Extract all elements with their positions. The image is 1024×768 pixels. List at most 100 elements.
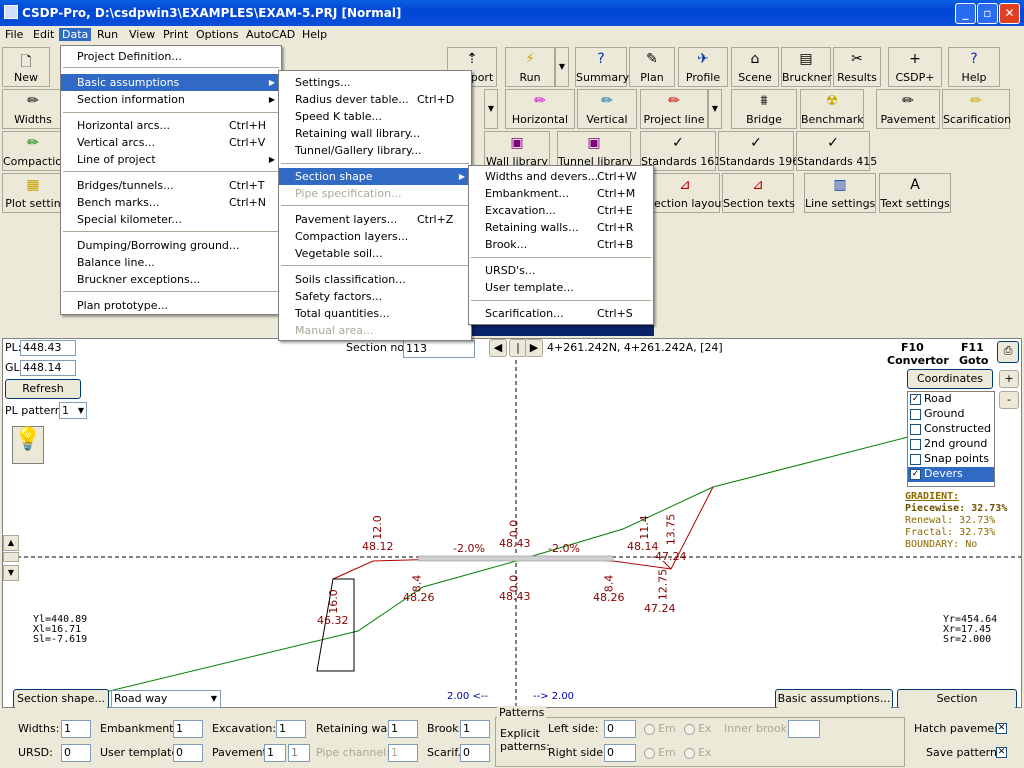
menu-item-pavement-layers[interactable]: Pavement layers... Ctrl+Z: [279, 211, 471, 228]
menu-item-vegetable-soil[interactable]: Vegetable soil...: [279, 245, 471, 262]
pavement-field-2[interactable]: 1: [288, 744, 310, 762]
compaction-button[interactable]: ✏ Compaction: [2, 131, 69, 171]
zoom-in-button[interactable]: +: [999, 370, 1019, 388]
menu-options[interactable]: Options: [193, 28, 241, 41]
menu-item-basic-assumptions[interactable]: Basic assumptions ▶: [61, 74, 281, 91]
menu-item-retaining-wall-library[interactable]: Retaining wall library...: [279, 125, 471, 142]
brook-field[interactable]: 1: [460, 720, 490, 738]
benchmark-button[interactable]: ☢ Benchmark: [800, 89, 864, 129]
menu-item-line-of-project[interactable]: Line of project ▶: [61, 151, 281, 168]
menu-item-special-kilometer[interactable]: Special kilometer...: [61, 211, 281, 228]
scroll-thumb[interactable]: [3, 552, 19, 562]
pavement-field-1[interactable]: 1: [264, 744, 286, 762]
scroll-down-button[interactable]: ▼: [3, 565, 19, 581]
right-side-field[interactable]: 0: [604, 744, 636, 762]
coordinates-off-button[interactable]: Coordinates Off: [907, 369, 993, 403]
widths-button[interactable]: ✏ Widths: [2, 89, 64, 129]
menu-item-horizontal-arcs[interactable]: Horizontal arcs... Ctrl+H: [61, 117, 281, 134]
horizontal-button[interactable]: ✏ Horizontal: [505, 89, 575, 129]
new-button[interactable]: 🗋 New: [2, 47, 50, 87]
menu-data[interactable]: Data: [59, 28, 92, 41]
pl-pattern-select[interactable]: 1 ▼: [59, 402, 87, 419]
inner-brook-field[interactable]: [788, 720, 820, 738]
save-patterns-checkbox[interactable]: ✕: [996, 747, 1007, 758]
menu-view[interactable]: View: [126, 28, 158, 41]
help-button[interactable]: ? Help: [948, 47, 1000, 87]
pavement-button[interactable]: ✏ Pavement: [876, 89, 940, 129]
menu-item-widths-and-devers[interactable]: Widths and devers... Ctrl+W: [469, 168, 653, 185]
run-button[interactable]: ⚡ Run: [505, 47, 555, 87]
line-settings-button[interactable]: ▥ Line settings: [804, 173, 876, 213]
printer-icon[interactable]: ⎙: [997, 341, 1019, 363]
project-line-button[interactable]: ✏ Project line: [640, 89, 708, 129]
menu-file[interactable]: File: [2, 28, 26, 41]
section-shape-button[interactable]: Section shape...: [13, 689, 109, 709]
menu-item-scarification[interactable]: Scarification... Ctrl+S: [469, 305, 653, 322]
close-button[interactable]: ✕: [999, 3, 1020, 24]
bridge-button[interactable]: ⩩ Bridge: [731, 89, 797, 129]
project-line-dropdown[interactable]: ▼: [708, 89, 722, 129]
section-information-button[interactable]: Section information...: [897, 689, 1017, 723]
layer-snap-points[interactable]: Snap points: [908, 452, 994, 467]
bruckner-button[interactable]: ▤ Bruckner: [781, 47, 832, 87]
menu-item-dumping-borrowing[interactable]: Dumping/Borrowing ground...: [61, 237, 281, 254]
menu-item-tunnel-gallery-library[interactable]: Tunnel/Gallery library...: [279, 142, 471, 159]
menu-item-excavation[interactable]: Excavation... Ctrl+E: [469, 202, 653, 219]
vertical-button[interactable]: ✏ Vertical: [577, 89, 637, 129]
menu-item-plan-prototype[interactable]: Plan prototype...: [61, 297, 281, 314]
text-settings-button[interactable]: A Text settings: [879, 173, 951, 213]
right-ex-radio[interactable]: Ex: [684, 746, 711, 759]
results-button[interactable]: ✂ Results: [833, 47, 881, 87]
section-canvas[interactable]: PL: 448.43 GL: 448.14 Refresh PL pattern…: [2, 338, 1022, 723]
menu-item-section-information[interactable]: Section information ▶: [61, 91, 281, 108]
menu-item-balance-line[interactable]: Balance line...: [61, 254, 281, 271]
goto-link[interactable]: Goto: [959, 354, 988, 367]
left-em-radio[interactable]: Em: [644, 722, 676, 735]
embankment-field[interactable]: 1: [173, 720, 203, 738]
layer-ground[interactable]: Ground: [908, 407, 994, 422]
menu-item-ursds[interactable]: URSD's...: [469, 262, 653, 279]
menu-item-bench-marks[interactable]: Bench marks... Ctrl+N: [61, 194, 281, 211]
road-way-select[interactable]: Road way ▼: [111, 690, 221, 708]
menu-item-section-shape[interactable]: Section shape ▶: [279, 168, 471, 185]
menu-item-speed-k-table[interactable]: Speed K table...: [279, 108, 471, 125]
layer-2nd-ground-checkbox[interactable]: [910, 438, 921, 450]
scarif-field[interactable]: 0: [460, 744, 490, 762]
retaining-wall-field[interactable]: 1: [388, 720, 418, 738]
menu-item-settings[interactable]: Settings...: [279, 74, 471, 91]
excavation-field[interactable]: 1: [276, 720, 306, 738]
menu-item-vertical-arcs[interactable]: Vertical arcs... Ctrl+V: [61, 134, 281, 151]
user-template-field[interactable]: 0: [173, 744, 203, 762]
menu-item-bruckner-exceptions[interactable]: Bruckner exceptions...: [61, 271, 281, 288]
menu-run[interactable]: Run: [94, 28, 121, 41]
prev-section-button[interactable]: ◀: [489, 339, 507, 357]
menu-help[interactable]: Help: [299, 28, 330, 41]
section-no-field[interactable]: 113: [403, 340, 475, 358]
scroll-up-button[interactable]: ▲: [3, 535, 19, 551]
gl-field[interactable]: 448.14: [20, 360, 76, 376]
menu-item-project-definition[interactable]: Project Definition...: [61, 48, 281, 65]
menu-print[interactable]: Print: [160, 28, 191, 41]
menu-item-bridges-tunnels[interactable]: Bridges/tunnels... Ctrl+T: [61, 177, 281, 194]
lightbulb-icon[interactable]: 💡: [12, 426, 44, 464]
standards-415-button[interactable]: ✓ Standards 415: [796, 131, 877, 171]
layer-devers-checkbox[interactable]: ✓: [910, 468, 921, 480]
plan-button[interactable]: ✎ Plan: [629, 47, 675, 87]
layer-constructed[interactable]: Constructed: [908, 422, 994, 437]
layer-snap-points-checkbox[interactable]: [910, 453, 921, 465]
run-dropdown[interactable]: ▼: [555, 47, 569, 87]
menu-item-brook[interactable]: Brook... Ctrl+B: [469, 236, 653, 253]
menu-autocad[interactable]: AutoCAD: [243, 28, 298, 41]
menu-item-soils-classification[interactable]: Soils classification...: [279, 271, 471, 288]
scene-button[interactable]: ⌂ Scene: [731, 47, 779, 87]
ursd-field[interactable]: 0: [61, 744, 91, 762]
menu-item-retaining-walls[interactable]: Retaining walls... Ctrl+R: [469, 219, 653, 236]
left-ex-radio[interactable]: Ex: [684, 722, 711, 735]
layer-devers[interactable]: ✓ Devers: [908, 467, 994, 482]
layer-constructed-checkbox[interactable]: [910, 423, 921, 435]
layer-road[interactable]: ✓ Road: [908, 392, 994, 407]
layer-2nd-ground[interactable]: 2nd ground: [908, 437, 994, 452]
toolbar2-dropdown[interactable]: ▼: [484, 89, 498, 129]
section-texts-button[interactable]: ⊿ Section texts: [722, 173, 795, 213]
plot-settings-button[interactable]: ▦ Plot settin: [2, 173, 64, 213]
